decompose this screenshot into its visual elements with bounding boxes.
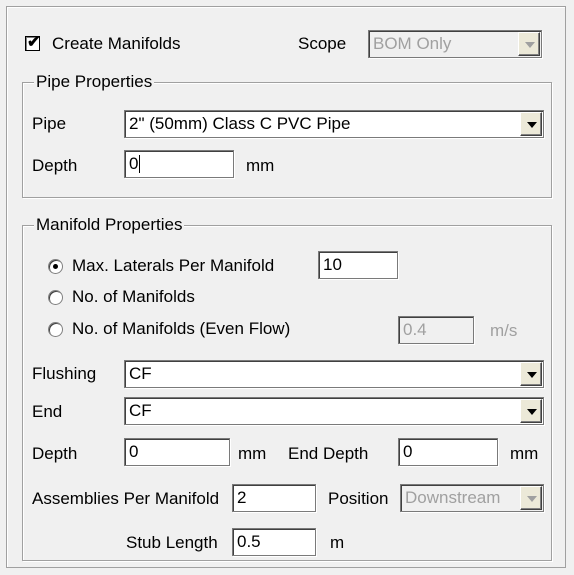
radio-even-flow-label[interactable]: No. of Manifolds (Even Flow) bbox=[72, 319, 290, 339]
stub-length-label: Stub Length bbox=[126, 533, 218, 552]
pipe-depth-input[interactable]: 0 bbox=[124, 150, 234, 178]
pipe-properties-title: Pipe Properties bbox=[34, 72, 155, 92]
position-value: Downstream bbox=[405, 488, 501, 507]
create-manifolds-label[interactable]: Create Manifolds bbox=[52, 34, 181, 54]
chevron-down-icon bbox=[527, 409, 537, 415]
stub-length-input[interactable]: 0.5 bbox=[232, 528, 316, 556]
chevron-down-icon bbox=[525, 42, 535, 48]
scope-select: BOM Only bbox=[368, 30, 542, 58]
radio-no-of-manifolds-label[interactable]: No. of Manifolds bbox=[72, 287, 195, 307]
pipe-depth-label: Depth bbox=[32, 156, 78, 175]
chevron-down-icon bbox=[527, 122, 537, 128]
manifold-properties-title: Manifold Properties bbox=[34, 215, 185, 235]
pipe-value: 2" (50mm) Class C PVC Pipe bbox=[129, 114, 351, 133]
end-label: End bbox=[32, 402, 63, 421]
end-depth-label: End Depth bbox=[288, 444, 369, 463]
position-label: Position bbox=[328, 489, 389, 508]
position-dropdown-button bbox=[520, 486, 542, 510]
end-depth-unit: mm bbox=[510, 444, 539, 463]
end-dropdown-button[interactable] bbox=[520, 399, 542, 423]
radio-max-laterals[interactable] bbox=[48, 259, 63, 274]
flushing-label: Flushing bbox=[32, 364, 97, 383]
flushing-dropdown-button[interactable] bbox=[520, 362, 542, 386]
pipe-dropdown-button[interactable] bbox=[520, 112, 542, 136]
manifold-depth-input[interactable]: 0 bbox=[124, 438, 230, 466]
pipe-label: Pipe bbox=[32, 114, 67, 133]
radio-max-laterals-label[interactable]: Max. Laterals Per Manifold bbox=[72, 256, 274, 276]
even-flow-input: 0.4 bbox=[398, 316, 474, 344]
manifold-depth-unit: mm bbox=[238, 444, 267, 463]
scope-value: BOM Only bbox=[373, 34, 452, 53]
text-caret bbox=[139, 155, 140, 173]
end-depth-input[interactable]: 0 bbox=[398, 438, 498, 466]
flushing-select[interactable]: CF bbox=[124, 360, 544, 388]
end-select[interactable]: CF bbox=[124, 397, 544, 425]
assemblies-input[interactable]: 2 bbox=[232, 484, 316, 512]
pipe-properties-group bbox=[22, 82, 552, 198]
even-flow-unit: m/s bbox=[490, 321, 518, 340]
assemblies-label: Assemblies Per Manifold bbox=[32, 489, 220, 508]
scope-label: Scope bbox=[298, 34, 347, 53]
pipe-depth-unit: mm bbox=[246, 156, 275, 175]
scope-dropdown-button bbox=[518, 32, 540, 56]
pipe-select[interactable]: 2" (50mm) Class C PVC Pipe bbox=[124, 110, 544, 138]
manifold-depth-label: Depth bbox=[32, 444, 78, 463]
create-manifolds-checkbox[interactable]: ✔ bbox=[25, 34, 41, 51]
end-value: CF bbox=[129, 401, 152, 420]
flushing-value: CF bbox=[129, 364, 152, 383]
max-laterals-input[interactable]: 10 bbox=[318, 251, 398, 279]
checkmark-icon: ✔ bbox=[27, 34, 41, 51]
radio-even-flow[interactable] bbox=[48, 322, 63, 337]
chevron-down-icon bbox=[527, 372, 537, 378]
position-select: Downstream bbox=[400, 484, 544, 512]
chevron-down-icon bbox=[527, 496, 537, 502]
stub-length-unit: m bbox=[330, 533, 345, 552]
radio-dot-icon bbox=[53, 264, 58, 269]
radio-no-of-manifolds[interactable] bbox=[48, 290, 63, 305]
